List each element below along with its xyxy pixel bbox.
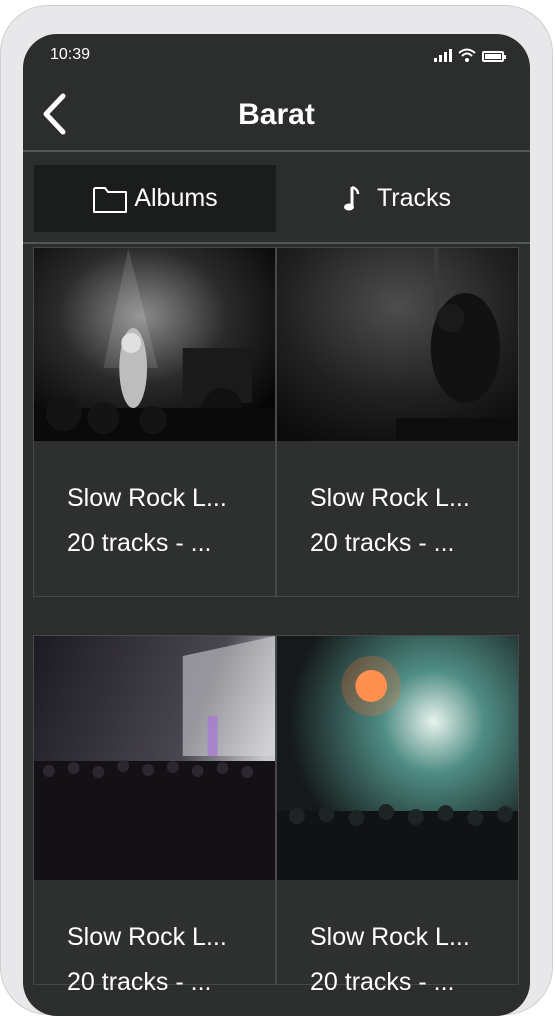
app-header: Barat <box>23 78 530 152</box>
tab-albums-label: Albums <box>134 184 218 212</box>
album-cover-image <box>277 636 518 880</box>
album-title: Slow Rock L... <box>310 484 470 512</box>
album-card[interactable]: Slow Rock L... 20 tracks - ... <box>276 247 519 597</box>
album-cover-image <box>34 636 275 880</box>
page-title: Barat <box>238 98 315 131</box>
tab-bar: Albums Tracks <box>23 154 530 244</box>
signal-icon <box>434 49 452 62</box>
tab-tracks[interactable]: Tracks <box>276 165 518 232</box>
album-grid: Slow Rock L... 20 tracks - ... Slow Rock… <box>33 247 520 1016</box>
album-meta: 20 tracks - ... <box>67 968 212 996</box>
status-bar: 10:39 <box>23 34 530 78</box>
phone-frame: 10:39 Barat Albums Tracks Slow Rock L...… <box>0 5 553 1016</box>
battery-level <box>485 54 501 59</box>
album-title: Slow Rock L... <box>67 923 227 951</box>
tab-albums[interactable]: Albums <box>34 165 276 232</box>
album-card[interactable]: Slow Rock L... 20 tracks - ... <box>33 247 276 597</box>
wifi-icon <box>458 48 476 62</box>
album-title: Slow Rock L... <box>310 923 470 951</box>
album-card[interactable]: Slow Rock L... 20 tracks - ... <box>33 635 276 996</box>
album-meta: 20 tracks - ... <box>67 529 212 557</box>
status-icons <box>434 48 506 62</box>
album-title: Slow Rock L... <box>67 484 227 512</box>
status-time: 10:39 <box>50 46 91 63</box>
album-meta: 20 tracks - ... <box>310 529 455 557</box>
music-note-icon <box>343 184 361 214</box>
album-cover-image <box>34 248 275 441</box>
folder-icon <box>92 184 128 214</box>
app-screen: 10:39 Barat Albums Tracks Slow Rock L...… <box>23 34 530 1016</box>
album-cover-image <box>277 248 518 441</box>
battery-icon <box>482 51 506 62</box>
album-card[interactable]: Slow Rock L... 20 tracks - ... <box>276 635 519 996</box>
tab-tracks-label: Tracks <box>376 184 452 212</box>
album-meta: 20 tracks - ... <box>310 968 455 996</box>
